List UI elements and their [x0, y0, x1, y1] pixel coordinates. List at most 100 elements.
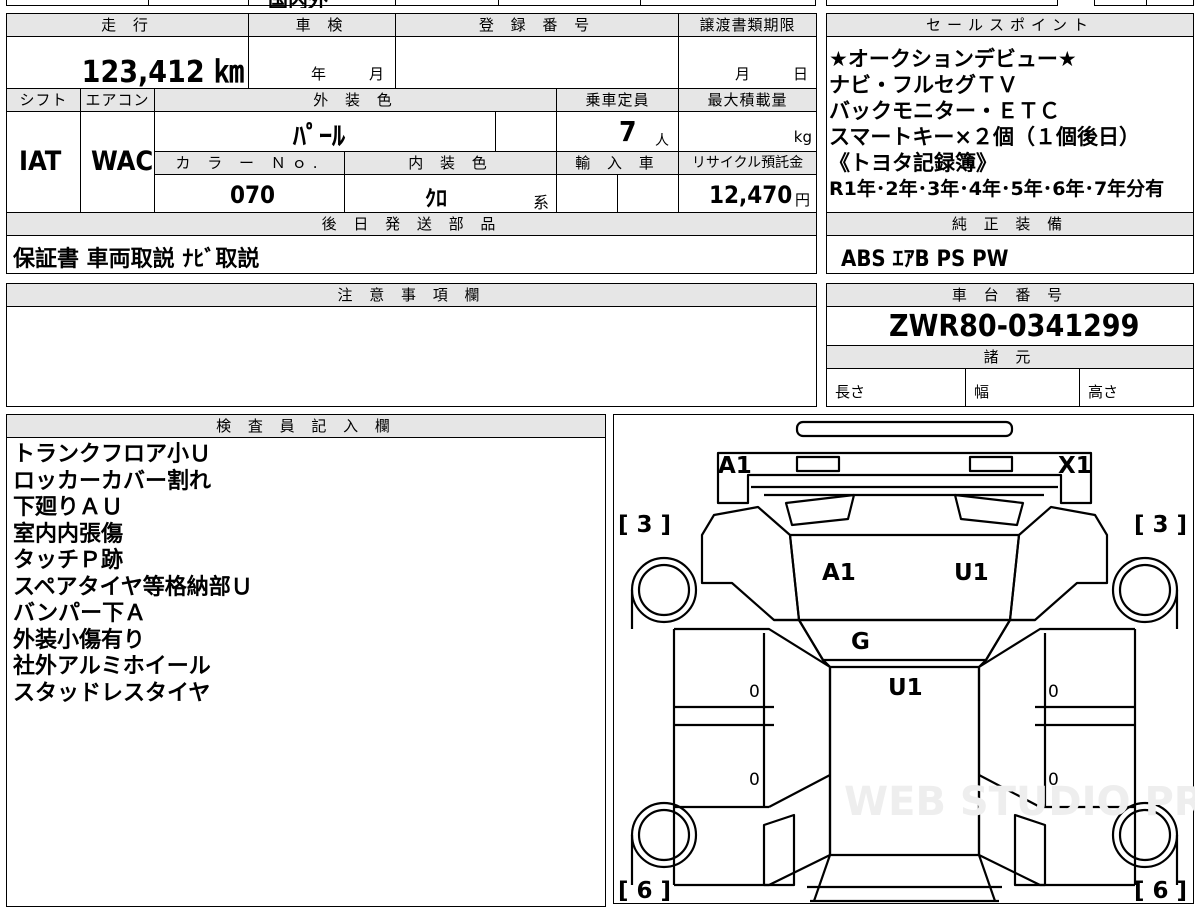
label-right-rear-door: 0: [1048, 770, 1059, 790]
later-parts-value: 保証書 車両取説 ﾅﾋﾞ取説: [13, 247, 260, 272]
later-parts-cell: 保証書 車両取説 ﾅﾋﾞ取説: [6, 235, 817, 274]
color-no-value: 070: [230, 181, 276, 209]
label-hood-right: U1: [954, 560, 989, 586]
header-mileage: 走 行: [6, 13, 249, 37]
max-load-unit: kg: [793, 128, 812, 146]
caution-cell: [6, 306, 817, 407]
watermark: WEB STUDIO PRO: [844, 779, 1195, 825]
front-left-tire: [630, 556, 698, 624]
label-rear-left-tire: [ 6 ]: [618, 878, 671, 904]
left-front-fender: [700, 505, 801, 622]
header-color-no: カ ラ ー Ｎｏ.: [154, 151, 345, 175]
header-capacity: 乗車定員: [556, 88, 679, 112]
label-left-front-door: 0: [749, 682, 760, 702]
car-diagram: WEB STUDIO PRO A1 X1 A1 U1 G U1 [ 3 ] [ …: [618, 420, 1195, 904]
label-rear-right-tire: [ 6 ]: [1134, 878, 1187, 904]
inspection-year-unit: 年: [311, 65, 327, 83]
spec-width-label: 幅: [974, 383, 990, 401]
max-load-cell: kg: [678, 111, 817, 152]
label-roof: U1: [888, 675, 923, 701]
spec-width-cell: 幅: [965, 368, 1080, 407]
deadline-day-unit: 日: [793, 65, 809, 83]
aircon-value: WAC: [91, 146, 154, 177]
sales-point-list: ★オークションデビュー★ ナビ・フルセグＴＶ バックモニター・ＥＴＣ スマートキ…: [829, 46, 1164, 202]
inspector-note: バンパー下Ａ: [13, 601, 147, 626]
recycle-unit: 円: [795, 191, 811, 209]
capacity-value: 7: [619, 115, 637, 148]
sales-point-cell: ★オークションデビュー★ ナビ・フルセグＴＶ バックモニター・ＥＴＣ スマートキ…: [826, 36, 1194, 213]
header-inspector: 検 査 員 記 入 欄: [6, 414, 606, 438]
sales-point-line: 《トヨタ記録簿》: [829, 151, 997, 175]
inspector-notes-list: トランクフロア小Ｕ ロッカーカバー割れ 下廻りＡＵ 室内内張傷 タッチＰ跡 スペ…: [13, 442, 253, 707]
label-front-left: A1: [718, 453, 752, 479]
registration-cell: [395, 36, 679, 89]
top-strip-text: 国内外: [268, 0, 328, 8]
inspector-note: スタッドレスタイヤ: [13, 680, 211, 706]
windshield: [797, 618, 1012, 662]
interior-color-suffix: 系: [533, 193, 550, 212]
mileage-value: 123,412 ㎞: [81, 55, 244, 90]
exterior-color-cell: ﾊﾟｰﾙ: [154, 111, 496, 152]
shift-cell: IAT: [6, 111, 81, 213]
header-sales-point: セールスポイント: [826, 13, 1194, 37]
label-left-rear-door: 0: [749, 770, 760, 790]
rear-left-tire: [630, 801, 698, 869]
inspector-note: 外装小傷有り: [13, 627, 146, 653]
exterior-color-value: ﾊﾟｰﾙ: [293, 122, 346, 152]
header-registration: 登 録 番 号: [395, 13, 679, 37]
inspector-note: 社外アルミホイール: [13, 654, 211, 679]
label-front-right-tire: [ 3 ]: [1134, 512, 1187, 538]
interior-color-cell: ｸﾛ 系: [344, 174, 557, 213]
inspector-note: スペアタイヤ等格納部Ｕ: [13, 574, 253, 600]
left-side: [674, 627, 832, 887]
header-chassis-no: 車 台 番 号: [826, 283, 1194, 307]
inspection-cell: 年 月: [248, 36, 396, 89]
capacity-unit: 人: [655, 133, 669, 149]
inspector-note: ロッカーカバー割れ: [13, 468, 212, 494]
header-aircon: エアコン: [80, 88, 155, 112]
recycle-cell: 12,470 円: [678, 174, 817, 213]
chassis-no-value: ZWR80-0341299: [889, 309, 1140, 344]
genuine-equipment-cell: ABS ｴｱB PS PW: [826, 235, 1194, 274]
header-specs: 諸 元: [826, 345, 1194, 369]
capacity-cell: 7 人: [556, 111, 679, 152]
header-shift: シフト: [6, 88, 81, 112]
sales-point-line: バックモニター・ＥＴＣ: [829, 99, 1060, 123]
right-side: [977, 627, 1135, 887]
spec-height-cell: 高さ: [1079, 368, 1194, 407]
deadline-month-unit: 月: [735, 65, 751, 83]
chassis-no-cell: ZWR80-0341299: [826, 306, 1194, 346]
mileage-cell: 123,412 ㎞: [6, 36, 249, 90]
inspector-note: タッチＰ跡: [13, 548, 124, 573]
header-transfer-deadline: 譲渡書類期限: [678, 13, 817, 37]
top-strip: 国内外: [0, 0, 1200, 8]
spec-height-label: 高さ: [1088, 383, 1119, 401]
inspector-note: 室内内張傷: [13, 521, 124, 547]
label-front-right: X1: [1058, 453, 1092, 479]
exterior-color-extra-cell: [495, 111, 557, 152]
inspection-month-unit: 月: [369, 65, 385, 83]
color-no-cell: 070: [154, 174, 345, 213]
header-inspection: 車 検: [248, 13, 396, 37]
sales-point-line: スマートキー×２個（１個後日）: [829, 125, 1140, 149]
front-bumper-slot: [795, 420, 1014, 438]
genuine-equipment-value: ABS ｴｱB PS PW: [841, 247, 1009, 272]
deadline-cell: 月 日: [678, 36, 817, 89]
aircon-cell: WAC: [80, 111, 155, 213]
header-later-parts: 後 日 発 送 部 品: [6, 212, 817, 236]
shift-value: IAT: [19, 146, 62, 177]
front-right-tire: [1111, 556, 1179, 624]
header-import: 輸 入 車: [556, 151, 679, 175]
inspector-note: トランクフロア小Ｕ: [13, 442, 212, 467]
import-cell-right: [617, 174, 679, 213]
car-diagram-frame: WEB STUDIO PRO A1 X1 A1 U1 G U1 [ 3 ] [ …: [613, 414, 1195, 904]
right-front-fender: [1008, 505, 1109, 622]
header-exterior-color: 外 装 色: [154, 88, 557, 112]
spec-length-label: 長さ: [835, 383, 866, 401]
sales-point-line: ★オークションデビュー★: [829, 47, 1077, 71]
inspector-note: 下廻りＡＵ: [13, 495, 124, 520]
label-right-front-door: 0: [1048, 682, 1059, 702]
sales-point-line: R1年･2年･3年･4年･5年･6年･7年分有: [829, 178, 1165, 200]
left-lamp: [795, 455, 841, 473]
right-lamp: [968, 455, 1014, 473]
